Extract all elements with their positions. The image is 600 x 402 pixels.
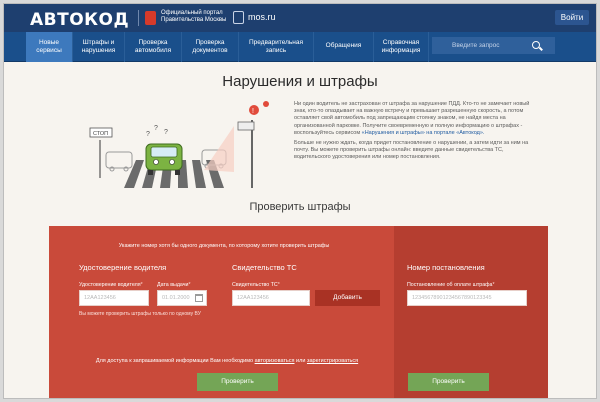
svg-text:?: ? [154, 125, 158, 132]
license-number-input[interactable]: 12АА123456 [79, 290, 149, 306]
license-number-label: Удостоверение водителя* [79, 282, 143, 288]
auth-prefix-text: Для доступа к запрашиваемой информации В… [95, 358, 254, 364]
svg-text:!: ! [252, 108, 254, 115]
fines-service-link[interactable]: «Нарушения и штрафы» на портале «Автокод… [362, 130, 485, 136]
form-instruction: Укажите номер хотя бы одного документа, … [118, 243, 330, 249]
login-button[interactable]: Войти [555, 10, 589, 25]
screenshot-frame: АВТОКОД Официальный портал Правительства… [0, 0, 600, 402]
required-mark: * [188, 282, 191, 288]
vehicle-cert-label-text: Свидетельство ТС [232, 282, 278, 288]
license-number-label-text: Удостоверение водителя [79, 282, 141, 288]
top-bar: АВТОКОД Официальный портал Правительства… [4, 4, 596, 32]
nav-label: запись [265, 46, 287, 54]
nav-item-new-services[interactable]: Новые сервисы [26, 32, 73, 62]
ruling-label: Постановление об оплате штрафа* [407, 282, 495, 288]
portal-line-1: Официальный портал [161, 10, 223, 16]
question-marks: ? ? ? [146, 125, 168, 138]
register-link[interactable]: зарегистрироваться [307, 358, 358, 364]
required-mark: * [140, 282, 143, 288]
nav-item-documents-check[interactable]: Проверка документов [182, 32, 239, 62]
auth-or-text: или [296, 358, 306, 364]
intro-paragraph-1: Ни один водитель не застрахован от штраф… [294, 101, 534, 137]
required-mark: * [277, 282, 280, 288]
autokod-logo[interactable]: АВТОКОД [30, 10, 129, 30]
mos-ru-icon [233, 11, 244, 24]
nav-label: Штрафы и [82, 39, 115, 46]
license-section-title: Удостоверение водителя [79, 263, 167, 272]
green-car-icon [145, 143, 183, 175]
nav-item-vehicle-check[interactable]: Проверка автомобиля [125, 32, 182, 62]
login-link[interactable]: авторизоваться [255, 358, 295, 364]
vehicle-section-title: Свидетельство ТС [232, 263, 297, 272]
nav-label: информация [381, 46, 421, 54]
nav-label: сервисы [36, 46, 62, 54]
nav-item-fines[interactable]: Штрафы и нарушения [73, 32, 125, 62]
portal-line-2: Правительства Москвы [161, 17, 227, 23]
nav-item-appeals[interactable]: Обращения [314, 32, 374, 62]
check-ruling-button[interactable]: Проверить [408, 373, 489, 391]
svg-text:?: ? [164, 129, 168, 136]
intro-paragraph-2: Больше не нужно ждать, когда придет пост… [294, 140, 529, 161]
ruling-section-title: Номер постановления [407, 263, 485, 272]
traffic-illustration: СТОП ? ? ? ! [89, 101, 269, 188]
calendar-icon[interactable] [195, 294, 203, 302]
nav-label: Справочная [382, 39, 420, 46]
logo-divider [138, 10, 139, 26]
license-date-label-text: Дата выдачи [157, 282, 189, 288]
add-vehicle-button[interactable]: Добавить [315, 290, 380, 306]
intro-text: Ни один водитель не застрахован от штраф… [294, 101, 534, 165]
nav-label: документов [192, 46, 228, 54]
nav-item-appointment[interactable]: Предварительная запись [239, 32, 314, 62]
license-date-label: Дата выдачи* [157, 282, 191, 288]
page: АВТОКОД Официальный портал Правительства… [3, 3, 597, 399]
official-portal-text[interactable]: Официальный портал Правительства Москвы [161, 10, 231, 24]
stop-sign: СТОП [89, 127, 113, 178]
check-fines-title: Проверить штрафы [249, 201, 351, 213]
nav-label: Проверка [195, 39, 225, 46]
svg-text:?: ? [146, 131, 150, 138]
nav-item-reference[interactable]: Справочная информация [374, 32, 429, 62]
ruling-label-text: Постановление об оплате штрафа [407, 282, 493, 288]
vehicle-cert-input[interactable]: 12АА123456 [232, 290, 310, 306]
nav-label: автомобиля [134, 46, 172, 54]
ruling-number-input[interactable]: 12345678901234567890123345 [407, 290, 527, 306]
nav-label: Предварительная [249, 39, 303, 46]
stop-sign-label: СТОП [93, 131, 108, 137]
required-mark: * [492, 282, 495, 288]
license-note: Вы можете проверить штрафы только по одн… [79, 311, 201, 317]
mos-ru-link[interactable]: mos.ru [248, 12, 276, 22]
moscow-emblem-icon [145, 11, 156, 25]
main-nav: Новые сервисы Штрафы и нарушения Проверк… [4, 32, 596, 62]
auth-notice: Для доступа к запрашиваемой информации В… [62, 358, 392, 364]
background-car-left [105, 151, 133, 172]
check-documents-button[interactable]: Проверить [197, 373, 278, 391]
search-icon[interactable] [532, 41, 540, 49]
nav-label: Новые [38, 39, 60, 46]
nav-label: Проверка [138, 39, 168, 46]
nav-label: нарушения [81, 46, 116, 54]
vehicle-cert-label: Свидетельство ТС* [232, 282, 280, 288]
page-title: Нарушения и штрафы [222, 73, 378, 90]
nav-label: Обращения [325, 42, 362, 49]
